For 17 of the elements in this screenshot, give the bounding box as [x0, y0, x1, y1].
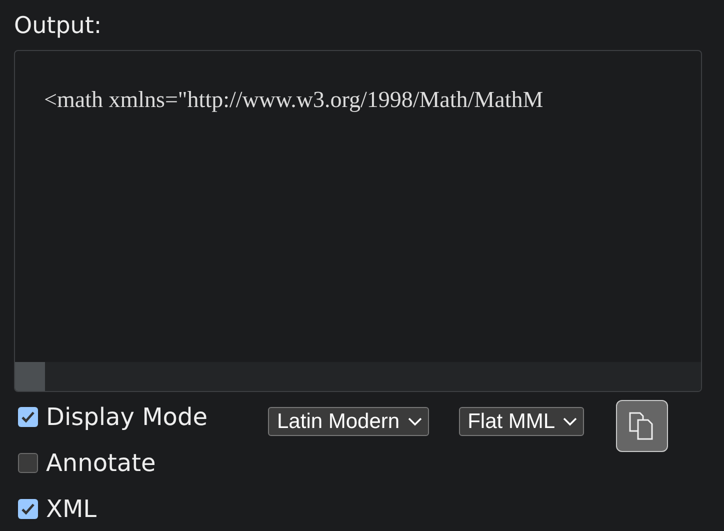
check-icon [21, 411, 35, 423]
copy-button[interactable] [616, 400, 668, 452]
check-icon [21, 503, 35, 515]
dropdown[interactable]: Latin Modern [268, 407, 429, 436]
checkbox[interactable] [18, 499, 38, 519]
scrollbar[interactable] [15, 362, 701, 391]
output-label: Output: [14, 12, 102, 41]
checkbox[interactable] [18, 407, 38, 427]
checkbox-label[interactable]: Annotate [46, 446, 156, 480]
caret-icon [408, 417, 422, 426]
checkbox-label[interactable]: XML [46, 492, 97, 526]
checkbox-label[interactable]: Display Mode [46, 400, 208, 434]
code-text: <math xmlns="http://www.w3.org/1998/Math/MathM [44, 87, 544, 113]
checkbox[interactable] [18, 453, 38, 473]
scrollbar-thumb[interactable] [15, 362, 45, 391]
dropdown[interactable]: Flat MML [458, 407, 584, 436]
caret-icon [563, 417, 578, 426]
